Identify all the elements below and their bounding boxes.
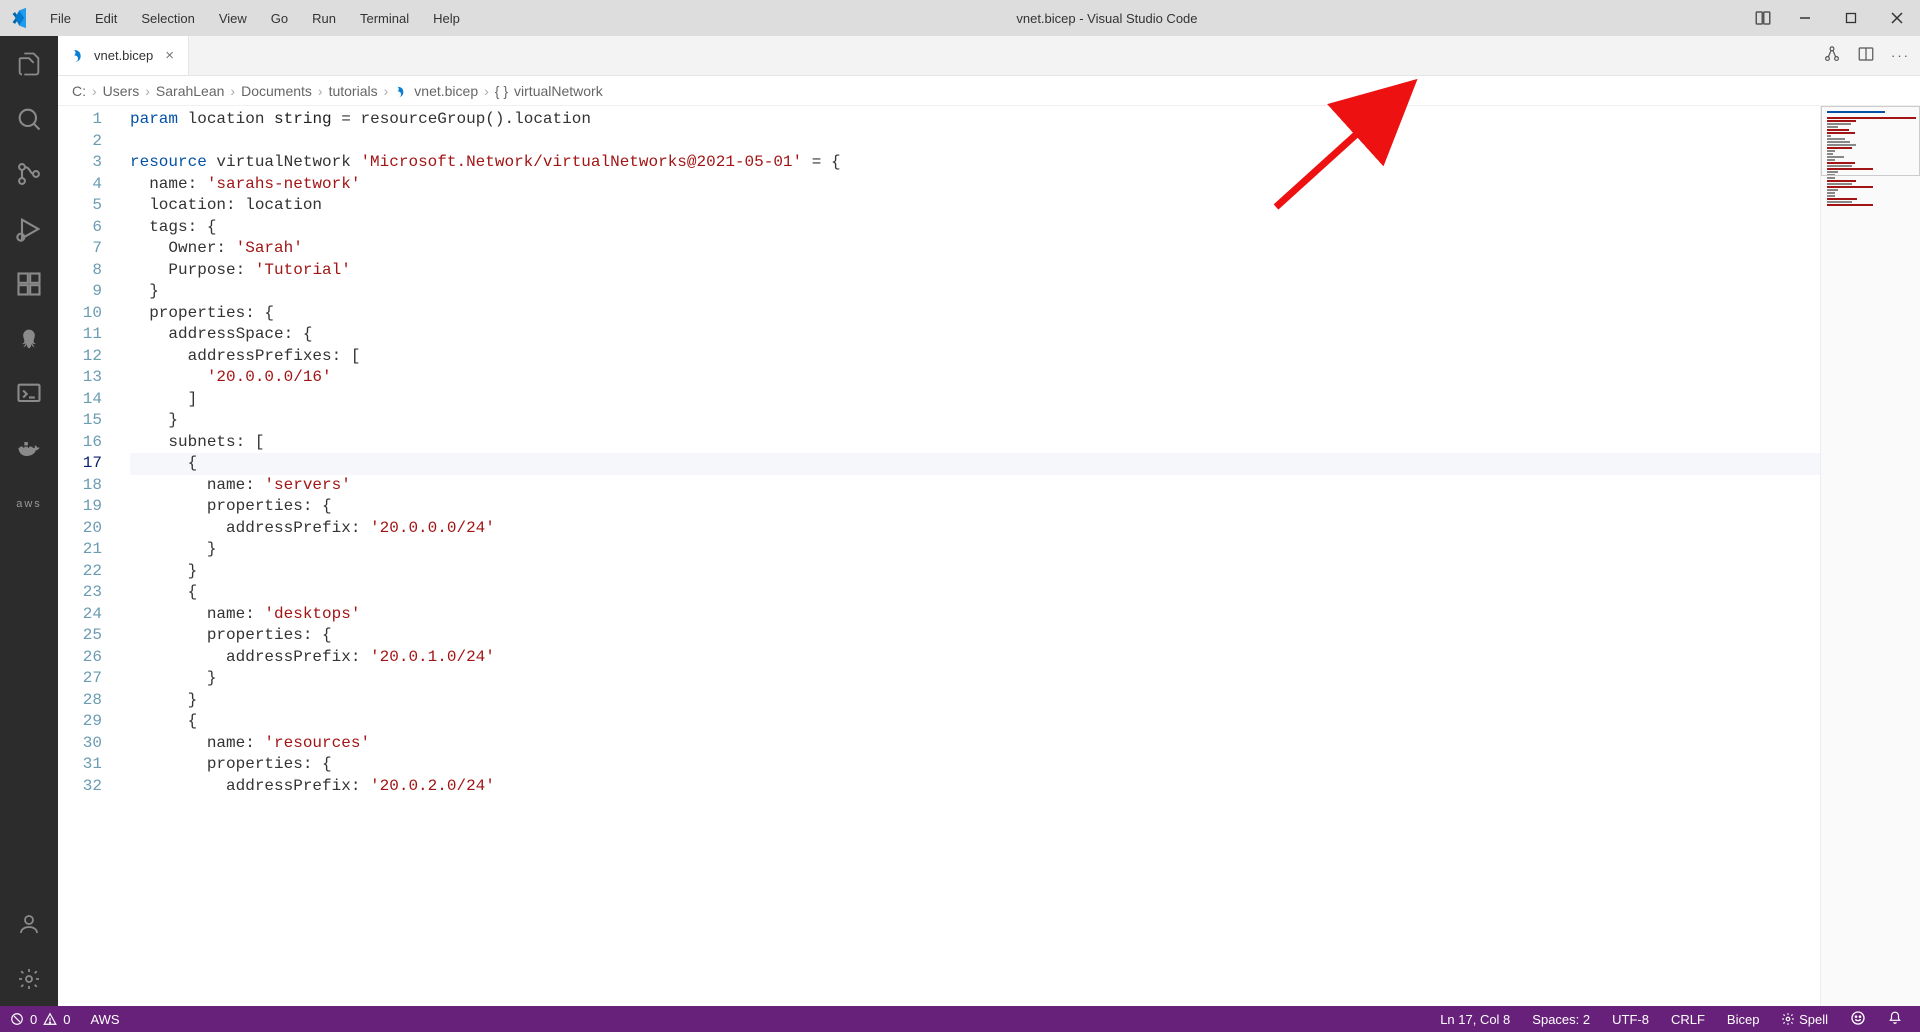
search-icon[interactable] [0,91,58,146]
code-content[interactable]: param location string = resourceGroup().… [116,106,1820,1006]
docker-icon[interactable] [0,421,58,476]
tab-close-icon[interactable]: × [161,47,178,64]
breadcrumb[interactable]: C:› Users› SarahLean› Documents› tutoria… [58,76,1920,106]
status-ln-col[interactable]: Ln 17, Col 8 [1432,1012,1518,1027]
status-spell[interactable]: Spell [1773,1012,1836,1027]
menu-help[interactable]: Help [423,7,470,30]
menu-run[interactable]: Run [302,7,346,30]
run-debug-icon[interactable] [0,201,58,256]
crumb-part[interactable]: C: [72,83,86,99]
settings-gear-icon[interactable] [0,951,58,1006]
status-encoding[interactable]: UTF-8 [1604,1012,1657,1027]
window-title: vnet.bicep - Visual Studio Code [470,11,1744,26]
editor-area[interactable]: 1234567891011121314151617181920212223242… [58,106,1920,1006]
tab-vnet-bicep[interactable]: vnet.bicep × [58,36,189,75]
menu-selection[interactable]: Selection [131,7,204,30]
minimize-button[interactable] [1782,0,1828,36]
activity-bar: aws [0,36,58,1006]
crumb-file[interactable]: vnet.bicep [414,83,478,99]
menu-terminal[interactable]: Terminal [350,7,419,30]
crumb-part[interactable]: Users [103,83,140,99]
menu-go[interactable]: Go [261,7,298,30]
status-problems[interactable]: 0 0 [0,1012,80,1027]
layout-icon[interactable] [1744,9,1782,27]
menu-file[interactable]: File [40,7,81,30]
explorer-icon[interactable] [0,36,58,91]
title-bar: File Edit Selection View Go Run Terminal… [0,0,1920,36]
source-control-icon[interactable] [0,146,58,201]
remote-shell-icon[interactable] [0,366,58,421]
more-actions-icon[interactable]: ··· [1891,48,1910,63]
visualizer-icon[interactable] [1823,45,1841,66]
close-button[interactable] [1874,0,1920,36]
status-aws[interactable]: AWS [80,1012,129,1027]
octopus-icon[interactable] [0,311,58,366]
status-bell-icon[interactable] [1880,1011,1910,1028]
crumb-symbol[interactable]: virtualNetwork [514,83,603,99]
tab-label: vnet.bicep [94,48,153,63]
status-lang[interactable]: Bicep [1719,1012,1768,1027]
vscode-logo-icon [0,8,40,28]
window-controls [1782,0,1920,36]
menu-view[interactable]: View [209,7,257,30]
accounts-icon[interactable] [0,896,58,951]
aws-icon[interactable]: aws [0,476,58,531]
tab-bar: vnet.bicep × ··· [58,36,1920,76]
bicep-file-icon [394,82,408,98]
menu-edit[interactable]: Edit [85,7,127,30]
status-feedback-icon[interactable] [1842,1010,1874,1029]
extensions-icon[interactable] [0,256,58,311]
menu-bar: File Edit Selection View Go Run Terminal… [40,7,470,30]
crumb-part[interactable]: tutorials [329,83,378,99]
crumb-part[interactable]: Documents [241,83,312,99]
status-spaces[interactable]: Spaces: 2 [1524,1012,1598,1027]
maximize-button[interactable] [1828,0,1874,36]
symbol-object-icon: { } [495,83,508,99]
minimap[interactable] [1820,106,1920,1006]
status-bar: 0 0 AWS Ln 17, Col 8 Spaces: 2 UTF-8 CRL… [0,1006,1920,1032]
split-editor-icon[interactable] [1857,45,1875,66]
crumb-part[interactable]: SarahLean [156,83,225,99]
bicep-file-icon [70,48,86,64]
status-eol[interactable]: CRLF [1663,1012,1713,1027]
line-gutter: 1234567891011121314151617181920212223242… [58,106,116,1006]
